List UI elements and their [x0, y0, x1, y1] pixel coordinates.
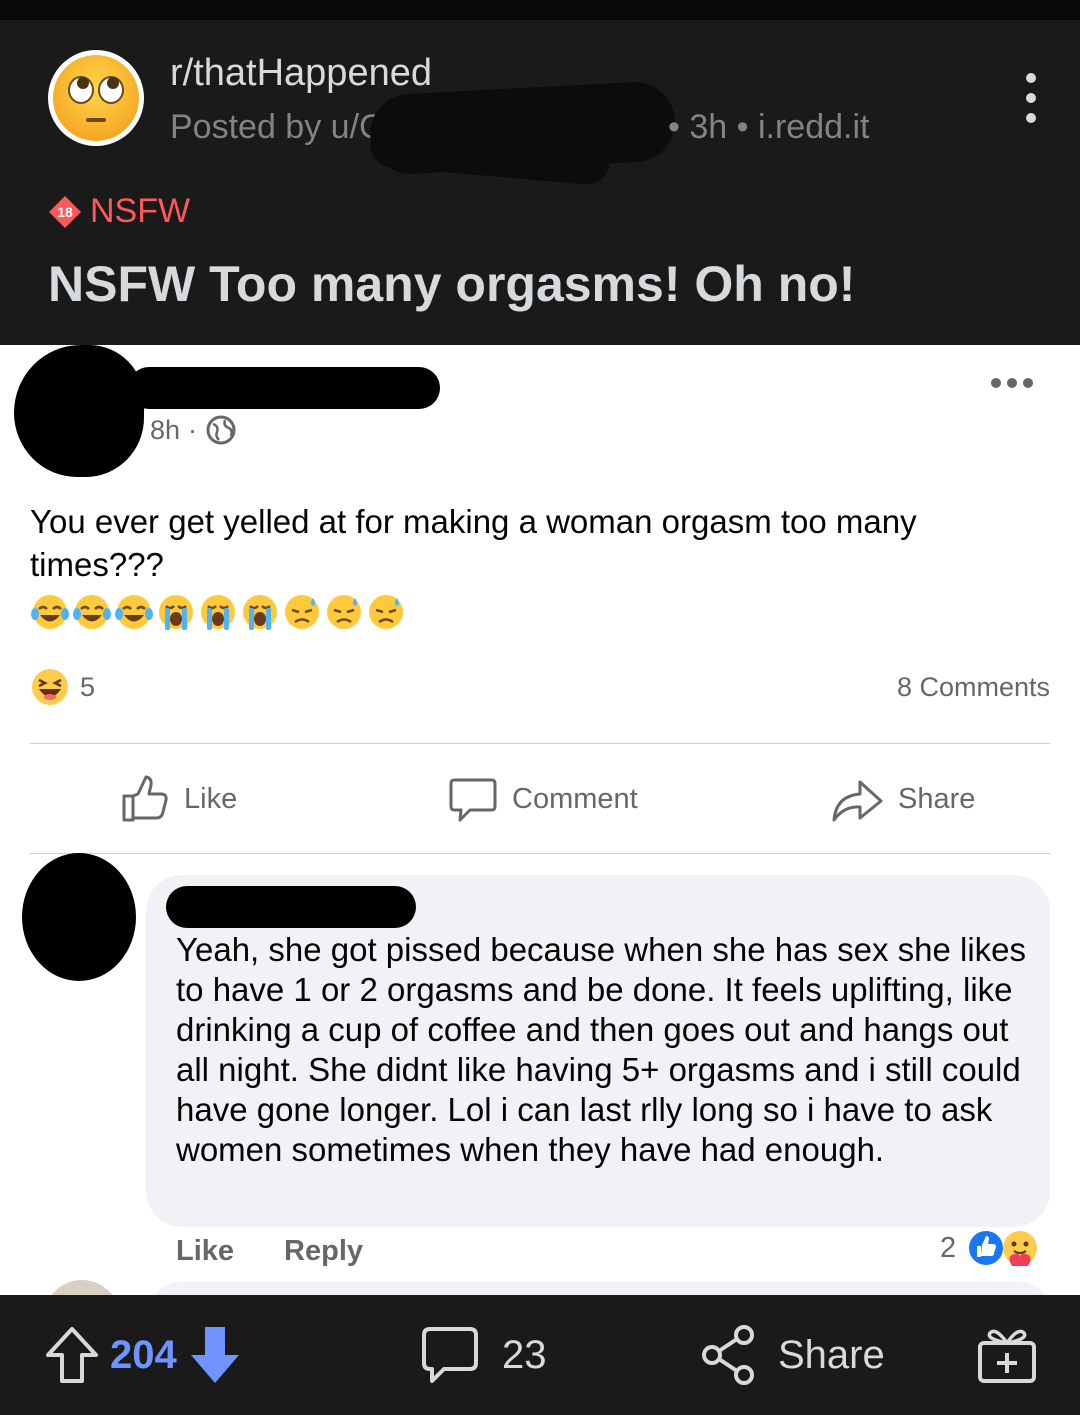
subreddit-name[interactable]: r/thatHappened — [170, 52, 432, 95]
comment-bubble-icon — [422, 1327, 478, 1383]
tears-of-joy-icon — [73, 595, 111, 629]
divider — [30, 853, 1050, 854]
award-button[interactable] — [976, 1325, 1038, 1385]
post-title[interactable]: NSFW Too many orgasms! Oh no! — [48, 255, 855, 313]
redacted-name — [166, 886, 416, 928]
fb-like-label: Like — [184, 782, 238, 815]
vote-group: 204 — [44, 1325, 243, 1385]
loudly-crying-icon — [243, 595, 277, 630]
post-meta: • 3h • i.redd.it — [668, 108, 870, 146]
upvote-arrow-icon[interactable] — [44, 1325, 100, 1385]
fb-share-action: Share — [830, 774, 975, 824]
nsfw-18-icon: 18 — [49, 195, 81, 228]
comment-text: Yeah, she got pissed because when she ha… — [176, 931, 1027, 1168]
share-arrow-icon — [832, 780, 883, 822]
fb-like-action: Like — [120, 774, 237, 824]
posted-by[interactable]: Posted by u/C — [170, 108, 384, 147]
comments-button[interactable]: 23 — [420, 1325, 547, 1385]
fb-post-text: You ever get yelled at for making a woma… — [30, 503, 917, 583]
fb-comment-label: Comment — [512, 782, 638, 815]
more-options-icon[interactable] — [1018, 72, 1044, 124]
vote-count: 204 — [110, 1332, 177, 1377]
face-with-rolling-eyes-icon — [53, 55, 139, 141]
share-label: Share — [778, 1332, 885, 1377]
downcast-sweat-icon — [285, 595, 319, 629]
redacted-avatar — [22, 853, 136, 981]
share-button[interactable]: Share — [700, 1325, 885, 1385]
svg-text:18: 18 — [57, 204, 73, 220]
thumbs-up-icon — [122, 775, 168, 822]
fb-reaction-count: 5 — [80, 671, 96, 702]
fb-share-label: Share — [898, 782, 976, 815]
fb-post-time: 8h · — [150, 414, 237, 446]
redacted-avatar — [14, 345, 144, 477]
downvote-arrow-icon[interactable] — [187, 1325, 243, 1385]
nsfw-label: NSFW — [90, 192, 191, 230]
fb-reactions: 5 — [30, 667, 95, 707]
fb-comments-count: 8 Comments — [896, 672, 1050, 702]
globe-icon — [206, 415, 236, 445]
comment-reply-label: Reply — [284, 1235, 364, 1267]
share-nodes-icon — [702, 1325, 754, 1385]
comment-count: 23 — [502, 1332, 547, 1377]
comment-like-label: Like — [176, 1235, 235, 1267]
nsfw-tag: 18 NSFW — [48, 192, 190, 231]
status-bar-strip — [0, 0, 1080, 20]
tears-of-joy-icon — [115, 595, 153, 629]
tears-of-joy-icon — [31, 595, 69, 629]
more-horizontal-icon — [991, 378, 1033, 388]
fb-emoji-row — [30, 592, 408, 632]
fb-time-text: 8h — [150, 414, 181, 445]
haha-reaction-icon — [32, 669, 68, 705]
gift-award-icon — [978, 1329, 1036, 1383]
fb-comment-action: Comment — [448, 774, 638, 824]
redacted-name — [128, 367, 440, 409]
subreddit-avatar[interactable] — [48, 50, 144, 146]
loudly-crying-icon — [159, 595, 193, 630]
care-reaction-icon — [1003, 1231, 1038, 1266]
comment-reactions: 2 — [940, 1228, 1040, 1268]
downcast-sweat-icon — [369, 595, 403, 629]
speech-bubble-icon — [449, 778, 497, 822]
divider — [30, 743, 1050, 744]
loudly-crying-icon — [201, 595, 235, 630]
downcast-sweat-icon — [327, 595, 361, 629]
comment-actions: Like Reply — [176, 1235, 413, 1268]
comment-reaction-count: 2 — [940, 1231, 957, 1264]
